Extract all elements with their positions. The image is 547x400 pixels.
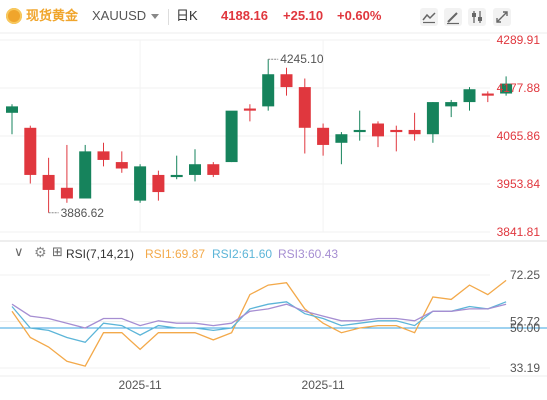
candle-body [335, 134, 348, 143]
indicator-menu-icon[interactable]: ⊞ [52, 245, 63, 259]
rsi2-label: RSI2:61.60 [212, 247, 273, 261]
rsi-line [11, 303, 507, 329]
collapse-chevron-icon[interactable]: ∨ [14, 245, 24, 259]
candle-body [207, 164, 220, 175]
candle-body [134, 166, 147, 201]
candle-body [481, 93, 494, 96]
rsi-tick-label: 50.00 [510, 321, 540, 335]
candle-body [298, 87, 311, 128]
y-tick-label: 3841.81 [497, 225, 541, 239]
y-tick-label: 4065.86 [497, 129, 541, 143]
y-tick-label: 3953.84 [497, 177, 541, 191]
candle-body [390, 129, 403, 133]
rsi-axis: 72.2552.7250.0033.19 [510, 268, 540, 375]
candle-body [24, 127, 37, 175]
date-axis: 2025-11 2025-11 [0, 375, 547, 392]
candle-body [353, 129, 366, 133]
candle-body [243, 108, 256, 111]
price-axis: 4289.91 4177.88 4065.86 3953.84 3841.81 [497, 33, 541, 239]
x-tick-label: 2025-11 [119, 378, 162, 392]
x-tick-label: 2025-11 [302, 378, 345, 392]
y-tick-label: 4289.91 [497, 33, 541, 47]
candle-body [262, 74, 275, 107]
rsi-tick-label: 33.19 [510, 361, 540, 375]
candle-body [372, 123, 384, 137]
candle-body [317, 127, 330, 145]
price-annotation: 4245.10 [280, 52, 324, 66]
candle-body [170, 174, 183, 178]
candle-body [280, 74, 293, 88]
candle-body [42, 174, 55, 190]
rsi-line [11, 301, 507, 344]
settings-gear-icon[interactable]: ⚙ [34, 245, 47, 259]
candle-body [6, 106, 18, 113]
candle-body [408, 129, 421, 135]
rsi3-label: RSI3:60.43 [278, 247, 339, 261]
rsi-tick-label: 72.25 [510, 268, 540, 282]
rsi-header: ∨ ⚙ ⊞ RSI(7,14,21) RSI1:69.87 RSI2:61.60… [0, 244, 400, 264]
candle-body [225, 110, 238, 163]
candle-body [79, 151, 92, 199]
candle-body [463, 89, 476, 103]
chart-canvas[interactable]: 4245.10 3886.62 4289.91 4177.88 4065.86 3953… [0, 0, 547, 400]
candle-body [189, 164, 201, 175]
price-annotation: 3886.62 [61, 206, 105, 220]
candle-body [60, 187, 73, 199]
candle-body [97, 151, 110, 160]
candle-body [445, 102, 458, 107]
candle-body [115, 162, 128, 169]
rsi-indicator-label[interactable]: RSI(7,14,21) [66, 247, 134, 261]
y-tick-label: 4177.88 [497, 81, 541, 95]
rsi-line [11, 279, 507, 367]
candle-body [426, 102, 439, 135]
rsi-series [11, 279, 507, 367]
candle-body [152, 174, 165, 193]
rsi1-label: RSI1:69.87 [145, 247, 206, 261]
